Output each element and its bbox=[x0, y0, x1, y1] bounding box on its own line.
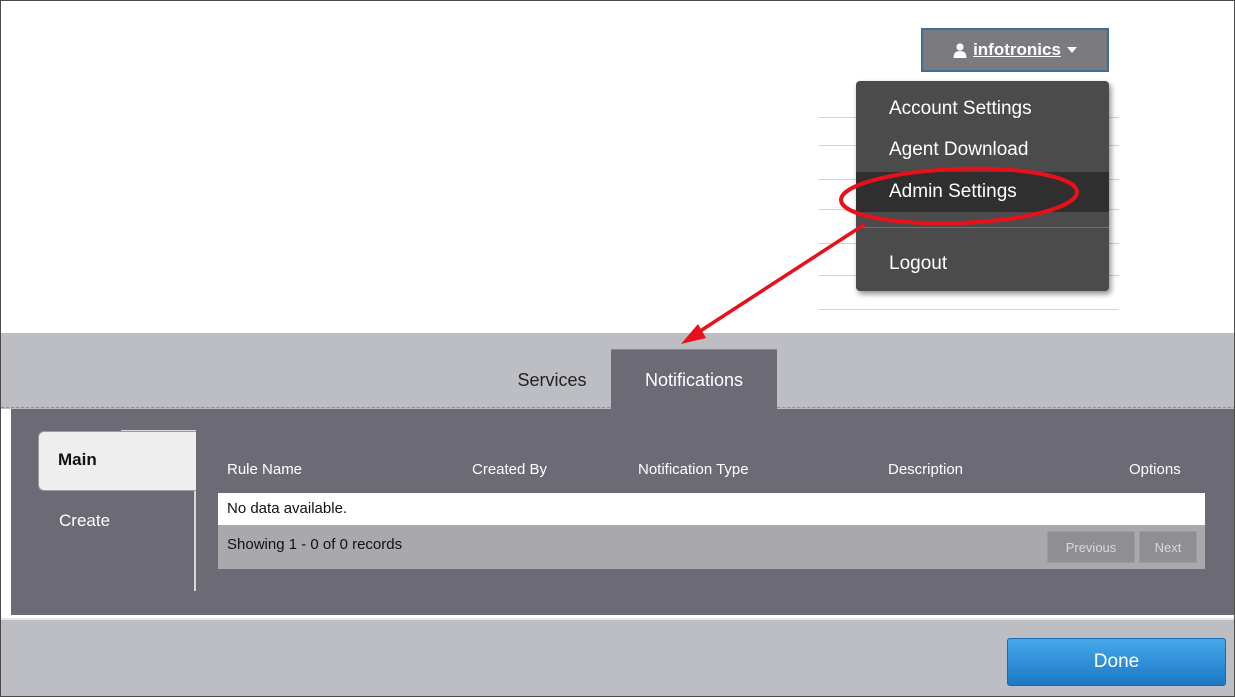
admin-settings-window: infotronics Account Settings Agent Downl… bbox=[0, 0, 1235, 697]
caret-down-icon bbox=[1066, 47, 1077, 53]
menu-item-account-settings[interactable]: Account Settings bbox=[856, 89, 1109, 129]
menu-item-logout[interactable]: Logout bbox=[856, 244, 1109, 284]
side-nav-create[interactable]: Create bbox=[38, 511, 188, 541]
user-icon bbox=[953, 42, 967, 58]
username-label: infotronics bbox=[973, 40, 1061, 59]
done-button[interactable]: Done bbox=[1007, 638, 1226, 686]
menu-item-admin-settings[interactable]: Admin Settings bbox=[856, 172, 1109, 212]
menu-item-agent-download[interactable]: Agent Download bbox=[856, 130, 1109, 170]
column-header-options: Options bbox=[1129, 461, 1181, 478]
tab-notifications[interactable]: Notifications bbox=[611, 349, 777, 410]
column-header-created-by[interactable]: Created By bbox=[472, 461, 547, 478]
column-header-rule-name[interactable]: Rule Name bbox=[227, 461, 302, 478]
user-dropdown-menu: Account Settings Agent Download Admin Se… bbox=[856, 81, 1109, 291]
empty-table-row: No data available. bbox=[218, 493, 1205, 525]
menu-divider bbox=[856, 227, 1109, 228]
side-nav-divider bbox=[194, 491, 196, 591]
side-nav-main[interactable]: Main bbox=[38, 431, 196, 491]
column-header-description[interactable]: Description bbox=[888, 461, 963, 478]
column-header-notification-type[interactable]: Notification Type bbox=[638, 461, 749, 478]
user-menu-button[interactable]: infotronics bbox=[921, 28, 1109, 72]
tab-services[interactable]: Services bbox=[494, 353, 610, 407]
next-page-button[interactable]: Next bbox=[1139, 531, 1197, 563]
previous-page-button[interactable]: Previous bbox=[1047, 531, 1135, 563]
